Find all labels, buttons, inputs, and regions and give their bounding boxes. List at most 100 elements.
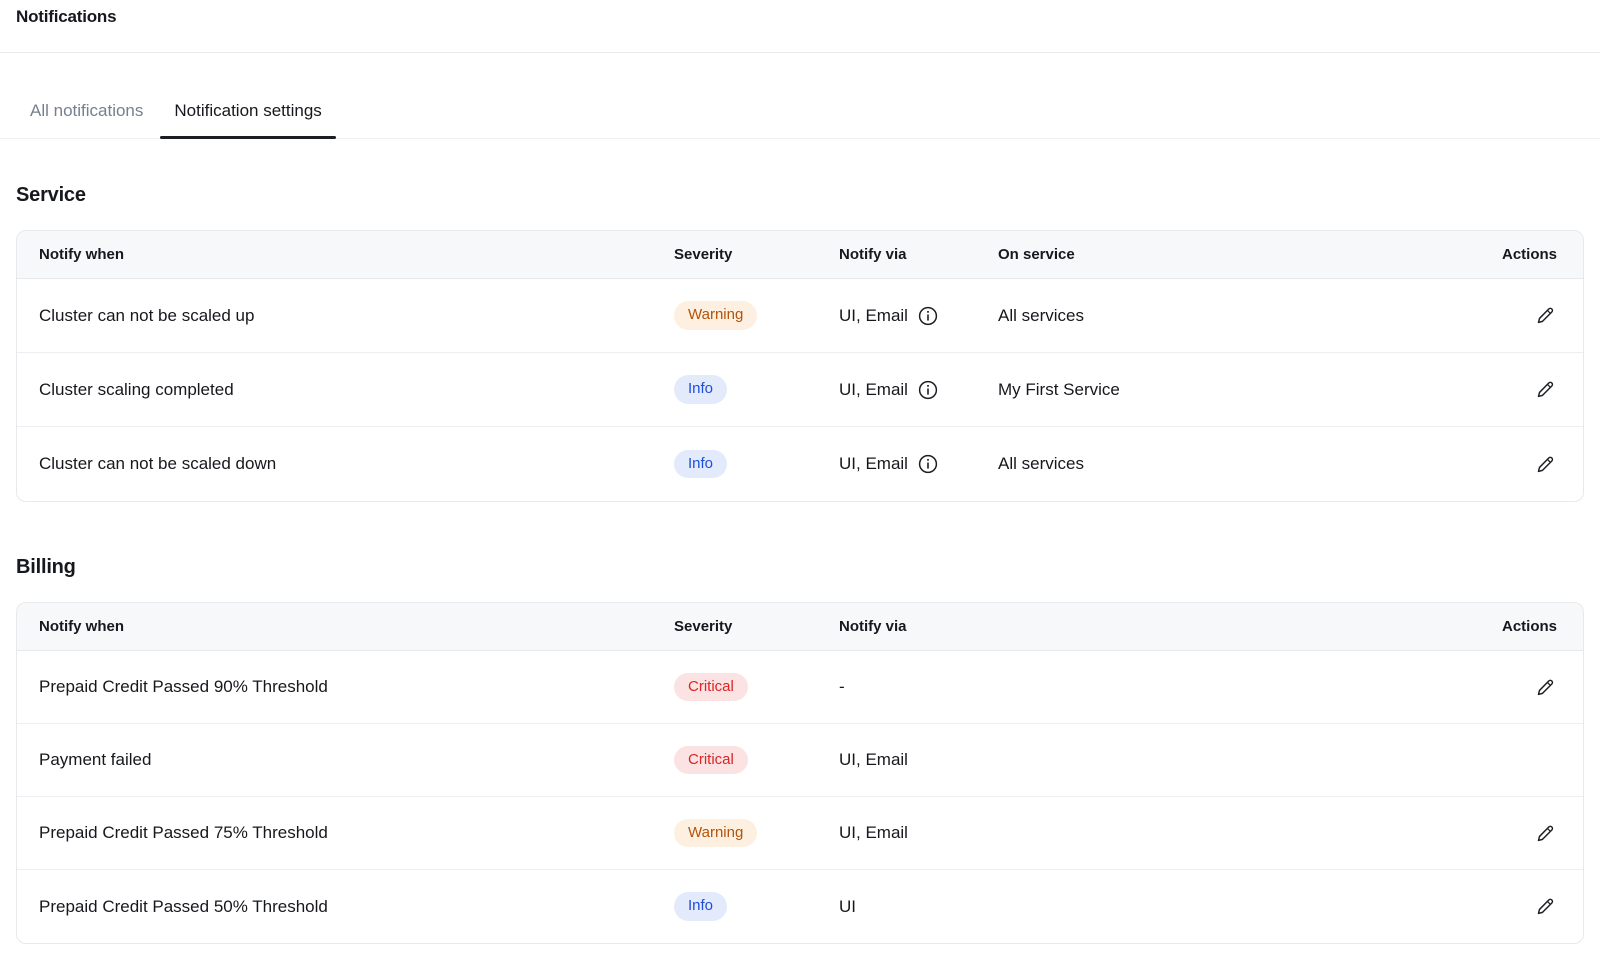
cell-notify-via: UI, Email — [839, 823, 1493, 843]
column-header: Severity — [674, 246, 839, 263]
cell-severity: Info — [674, 450, 839, 479]
column-header: Notify when — [39, 618, 674, 635]
severity-badge: Info — [674, 450, 727, 479]
notify-when-text: Cluster can not be scaled up — [39, 306, 254, 326]
notify-via-text: UI — [839, 897, 856, 917]
pencil-icon — [1535, 677, 1556, 698]
cell-actions — [1493, 675, 1557, 699]
cell-actions — [1493, 304, 1557, 328]
cell-notify-when: Prepaid Credit Passed 90% Threshold — [39, 677, 674, 697]
cell-notify-when: Cluster can not be scaled up — [39, 306, 674, 326]
cell-notify-when: Prepaid Credit Passed 50% Threshold — [39, 897, 674, 917]
cell-severity: Critical — [674, 673, 839, 702]
notify-when-text: Prepaid Credit Passed 90% Threshold — [39, 677, 328, 697]
cell-severity: Info — [674, 375, 839, 404]
severity-badge: Warning — [674, 301, 757, 330]
on-service-text: All services — [998, 454, 1084, 474]
column-header: Actions — [1493, 246, 1557, 263]
cell-actions — [1493, 821, 1557, 845]
notify-via-text: UI, Email — [839, 454, 908, 474]
severity-badge: Info — [674, 892, 727, 921]
notification-settings-content: Service Notify whenSeverityNotify viaOn … — [0, 184, 1600, 974]
table-row: Prepaid Credit Passed 75% Threshold Warni… — [17, 797, 1583, 870]
table-row: Payment failed Critical UI, Email — [17, 724, 1583, 797]
cell-actions — [1493, 378, 1557, 402]
notify-via-text: UI, Email — [839, 306, 908, 326]
cell-severity: Info — [674, 892, 839, 921]
cell-on-service: All services — [998, 454, 1493, 474]
column-header: Notify via — [839, 618, 1493, 635]
edit-button[interactable] — [1533, 895, 1557, 919]
notify-when-text: Cluster scaling completed — [39, 380, 234, 400]
cell-notify-when: Cluster can not be scaled down — [39, 454, 674, 474]
cell-notify-when: Prepaid Credit Passed 75% Threshold — [39, 823, 674, 843]
table-row: Cluster scaling completed Info UI, Email My… — [17, 353, 1583, 427]
notify-via-text: UI, Email — [839, 823, 908, 843]
severity-badge: Info — [674, 375, 727, 404]
pencil-icon — [1535, 305, 1556, 326]
edit-button[interactable] — [1533, 675, 1557, 699]
cell-severity: Warning — [674, 819, 839, 848]
cell-notify-via: UI, Email — [839, 380, 998, 400]
edit-button[interactable] — [1533, 304, 1557, 328]
column-header: Notify via — [839, 246, 998, 263]
info-circle-icon[interactable] — [918, 454, 938, 474]
table-body: Cluster can not be scaled up Warning UI, E… — [17, 279, 1583, 501]
notify-via-text: - — [839, 677, 845, 697]
cell-notify-via: UI, Email — [839, 750, 1493, 770]
table-body: Prepaid Credit Passed 90% Threshold Criti… — [17, 651, 1583, 943]
cell-on-service: All services — [998, 306, 1493, 326]
column-header: Actions — [1493, 618, 1557, 635]
notify-via-text: UI, Email — [839, 750, 908, 770]
table-row: Prepaid Credit Passed 90% Threshold Criti… — [17, 651, 1583, 724]
table-row: Cluster can not be scaled down Info UI, Em… — [17, 427, 1583, 501]
edit-button[interactable] — [1533, 378, 1557, 402]
severity-badge: Critical — [674, 673, 748, 702]
table-header-row: Notify whenSeverityNotify viaActions — [17, 603, 1583, 651]
info-circle-icon[interactable] — [918, 380, 938, 400]
pencil-icon — [1535, 454, 1556, 475]
tab-notification-settings[interactable]: Notification settings — [160, 88, 335, 138]
tab-all-notifications[interactable]: All notifications — [16, 88, 157, 138]
notification-section: Billing Notify whenSeverityNotify viaAct… — [16, 556, 1584, 944]
cell-notify-via: - — [839, 677, 1493, 697]
column-header: On service — [998, 246, 1493, 263]
pencil-icon — [1535, 823, 1556, 844]
cell-severity: Critical — [674, 746, 839, 775]
notification-table: Notify whenSeverityNotify viaOn serviceA… — [16, 230, 1584, 502]
notify-when-text: Cluster can not be scaled down — [39, 454, 276, 474]
tab-bar: All notifications Notification settings — [0, 88, 1600, 139]
column-header: Notify when — [39, 246, 674, 263]
notify-when-text: Payment failed — [39, 750, 151, 770]
notify-via-text: UI, Email — [839, 380, 908, 400]
section-heading: Service — [16, 184, 1584, 207]
cell-actions — [1493, 452, 1557, 476]
pencil-icon — [1535, 896, 1556, 917]
column-header: Severity — [674, 618, 839, 635]
cell-actions — [1493, 895, 1557, 919]
table-row: Prepaid Credit Passed 50% Threshold Info U… — [17, 870, 1583, 943]
edit-button[interactable] — [1533, 452, 1557, 476]
notification-section: Service Notify whenSeverityNotify viaOn … — [16, 184, 1584, 502]
page-title: Notifications — [16, 7, 1584, 27]
notify-when-text: Prepaid Credit Passed 50% Threshold — [39, 897, 328, 917]
on-service-text: All services — [998, 306, 1084, 326]
cell-notify-via: UI, Email — [839, 306, 998, 326]
info-circle-icon[interactable] — [918, 306, 938, 326]
severity-badge: Critical — [674, 746, 748, 775]
notification-table: Notify whenSeverityNotify viaActions Pre… — [16, 602, 1584, 944]
cell-on-service: My First Service — [998, 380, 1493, 400]
section-heading: Billing — [16, 556, 1584, 579]
severity-badge: Warning — [674, 819, 757, 848]
cell-notify-via: UI — [839, 897, 1493, 917]
pencil-icon — [1535, 379, 1556, 400]
cell-notify-when: Payment failed — [39, 750, 674, 770]
page-header: Notifications — [0, 0, 1600, 53]
edit-button[interactable] — [1533, 821, 1557, 845]
table-row: Cluster can not be scaled up Warning UI, E… — [17, 279, 1583, 353]
notify-when-text: Prepaid Credit Passed 75% Threshold — [39, 823, 328, 843]
on-service-text: My First Service — [998, 380, 1120, 400]
cell-notify-when: Cluster scaling completed — [39, 380, 674, 400]
cell-notify-via: UI, Email — [839, 454, 998, 474]
table-header-row: Notify whenSeverityNotify viaOn serviceA… — [17, 231, 1583, 279]
